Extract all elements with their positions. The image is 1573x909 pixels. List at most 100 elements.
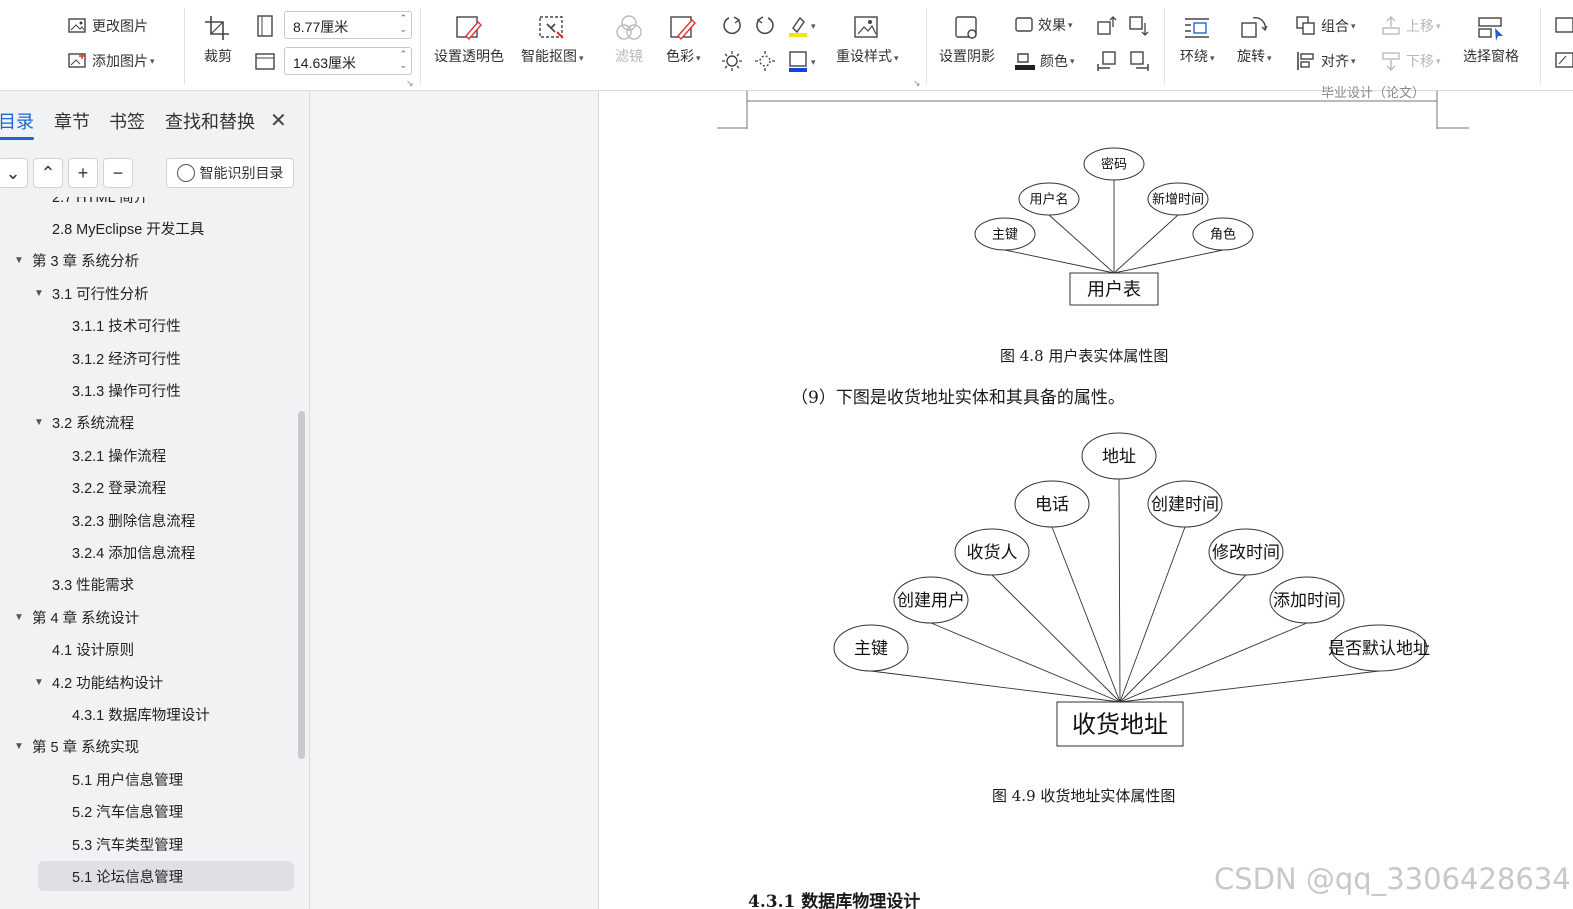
document-page: 毕业设计（论文） 主键 用户名 密码 新增时间 角色 用户表 图 4.8 用户表实体属性图… — [598, 86, 1573, 909]
toc-item[interactable]: ▼ 3.1 可行性分析 — [0, 278, 296, 308]
chevron-down-icon: ▾ — [1351, 55, 1356, 66]
width-icon — [257, 15, 273, 37]
effect-button[interactable]: 效果 ▾ — [1014, 15, 1073, 35]
expand-toggle-icon[interactable]: ▼ — [14, 741, 24, 752]
close-icon[interactable]: ✕ — [270, 108, 287, 133]
move-up-button[interactable]: ⌃ — [33, 158, 63, 188]
highlight-color-button[interactable]: ▾ — [787, 14, 816, 38]
reset-style-button[interactable]: 重设样式 ▾ — [836, 14, 899, 66]
toc-item[interactable]: 3.2.1 操作流程 — [0, 440, 296, 470]
toc-item[interactable]: 3.2.3 删除信息流程 — [0, 505, 296, 535]
toc-item[interactable]: ▼ 第 4 章 系统设计 — [0, 602, 296, 632]
chevron-down-icon: ▾ — [811, 56, 816, 67]
toc-item-label: 4.3.1 数据库物理设计 — [72, 707, 210, 724]
send-backward-button[interactable]: 下移 ▾ — [1380, 50, 1441, 72]
height-spinner[interactable]: ⌃ ⌄ — [399, 49, 407, 71]
border-color-button[interactable]: ▾ — [787, 50, 816, 74]
selection-pane-label: 选择窗格 — [1463, 48, 1519, 64]
toc-item[interactable]: 3.1.3 操作可行性 — [0, 375, 296, 405]
expand-toggle-icon[interactable]: ▼ — [34, 417, 44, 428]
expand-toggle-icon[interactable]: ▼ — [34, 677, 44, 688]
shipping-address-connector-8 — [1119, 670, 1380, 703]
filter-button[interactable]: 滤镜 — [614, 14, 644, 66]
expand-toggle-icon[interactable]: ▼ — [14, 255, 24, 266]
toc-item[interactable]: 4.3.1 数据库物理设计 — [0, 699, 296, 729]
rotate-left-icon[interactable] — [754, 14, 776, 36]
set-transparent-color-button[interactable]: 设置透明色 — [434, 14, 504, 66]
tab-toc[interactable]: 目录 — [0, 108, 34, 140]
collapse-all-button[interactable]: ⌄ — [0, 158, 28, 188]
toc-item[interactable]: ▼ 4.2 功能结构设计 — [0, 667, 296, 697]
toc-item[interactable]: 2.7 HTML 简介 — [0, 197, 296, 211]
align-button[interactable]: 对齐 ▾ — [1295, 50, 1356, 72]
shipping-address-er-diagram[interactable]: 主键 创建用户 收货人 电话 地址创建时间修改时间添加时间是否默认地址收货地址 — [833, 429, 1433, 751]
crop-button[interactable]: 裁剪 — [203, 14, 233, 66]
size-dialog-launcher-icon[interactable]: ↘ — [406, 78, 414, 89]
highlight-pen-icon — [789, 16, 807, 37]
ribbon-divider — [1540, 8, 1541, 84]
add-heading-button[interactable]: + — [68, 158, 98, 188]
smart-cutout-icon — [539, 16, 564, 39]
toc-item[interactable]: 4.1 设计原则 — [0, 635, 296, 665]
tab-chapters[interactable]: 章节 — [54, 108, 90, 134]
width-input[interactable]: 8.77厘米 ⌃ ⌄ — [284, 11, 412, 39]
add-picture-button[interactable]: 添加图片 ▾ — [68, 51, 155, 71]
picture-border-icon — [789, 51, 807, 72]
remove-heading-button[interactable]: − — [103, 158, 133, 188]
toc-item[interactable]: ▼ 第 5 章 系统实现 — [0, 732, 296, 762]
toc-item[interactable]: 3.2.2 登录流程 — [0, 473, 296, 503]
align-left-edge-icon[interactable] — [1096, 50, 1118, 72]
rotate-button[interactable]: 旋转 ▾ — [1237, 14, 1272, 66]
tab-bookmarks[interactable]: 书签 — [109, 108, 145, 134]
page-header-text: 毕业设计（论文） — [1321, 86, 1426, 101]
toc-item[interactable]: 5.1 论坛信息管理 — [38, 861, 294, 892]
height-input[interactable]: 14.63厘米 ⌃ ⌄ — [284, 47, 412, 75]
align-icon — [1297, 52, 1314, 70]
toc-item[interactable]: 3.1.2 经济可行性 — [0, 343, 296, 373]
group-button[interactable]: 组合 ▾ — [1295, 15, 1356, 37]
style-dialog-launcher-icon[interactable]: ↘ — [913, 78, 921, 89]
wrap-text-button[interactable]: 环绕 ▾ — [1180, 14, 1215, 66]
toc-item-label: 5.1 论坛信息管理 — [72, 869, 184, 886]
toc-item[interactable]: ▼ 3.2 系统流程 — [0, 408, 296, 438]
toc-item[interactable]: 2.8 MyEclipse 开发工具 — [0, 213, 296, 243]
brightness-down-icon[interactable] — [754, 50, 776, 72]
brightness-up-icon[interactable] — [721, 50, 743, 72]
toc-item[interactable]: ▼ 第 3 章 系统分析 — [0, 246, 296, 276]
picture-tools-ribbon: 更改图片 添加图片 ▾ 裁剪 8.77厘米 ⌃ ⌄ 14.63厘米 ⌃ ⌄ ↘ 设置… — [0, 0, 1573, 91]
smart-cutout-button[interactable]: 智能抠图 ▾ — [521, 14, 584, 66]
toc-item[interactable]: 5.3 汽车类型管理 — [0, 829, 296, 859]
user-table-er-diagram[interactable]: 主键 用户名 密码新增时间角色用户表 — [959, 143, 1259, 311]
toc-item[interactable]: 3.3 性能需求 — [0, 570, 296, 600]
align-top-icon[interactable] — [1096, 15, 1118, 37]
toc-scrollbar[interactable] — [298, 411, 305, 759]
smart-toc-button[interactable]: 智能识别目录 — [166, 158, 294, 188]
ribbon-divider — [1164, 8, 1165, 84]
toc-item-label: 3.2.1 操作流程 — [72, 448, 167, 465]
rotate-right-icon[interactable] — [721, 14, 743, 36]
toc-item[interactable]: 5.2 汽车信息管理 — [0, 797, 296, 827]
overflow-icon[interactable] — [1554, 15, 1573, 37]
toc-item-label: 3.2.3 删除信息流程 — [72, 513, 196, 530]
ribbon-divider — [926, 8, 927, 84]
filter-icon — [616, 15, 642, 40]
set-shadow-button[interactable]: 设置阴影 — [939, 14, 995, 66]
toc-item[interactable]: 3.1.1 技术可行性 — [0, 311, 296, 341]
tab-find-replace[interactable]: 查找和替换 — [165, 108, 255, 134]
bring-forward-button[interactable]: 上移 ▾ — [1380, 15, 1441, 37]
align-right-edge-icon[interactable] — [1128, 50, 1150, 72]
overflow-icon-2[interactable] — [1554, 50, 1573, 72]
align-bottom-icon[interactable] — [1128, 15, 1150, 37]
change-picture-button[interactable]: 更改图片 — [68, 16, 148, 36]
toc-item[interactable]: 3.2.4 添加信息流程 — [0, 537, 296, 567]
plus-icon: + — [77, 162, 89, 183]
width-spinner[interactable]: ⌃ ⌄ — [399, 13, 407, 35]
expand-toggle-icon[interactable]: ▼ — [14, 612, 24, 623]
selection-pane-button[interactable]: 选择窗格 — [1463, 14, 1519, 66]
toc-item[interactable]: 5.1 用户信息管理 — [0, 764, 296, 794]
navigation-pane: 目录 章节 书签 查找和替换 ✕ ⌄ ⌃ + − 智能识别目录 2.7 HTML… — [0, 91, 310, 909]
fill-color-button[interactable]: 颜色 ▾ — [1014, 50, 1075, 72]
change-picture-label: 更改图片 — [92, 18, 148, 34]
expand-toggle-icon[interactable]: ▼ — [34, 288, 44, 299]
color-button[interactable]: 色彩 ▾ — [666, 14, 701, 66]
